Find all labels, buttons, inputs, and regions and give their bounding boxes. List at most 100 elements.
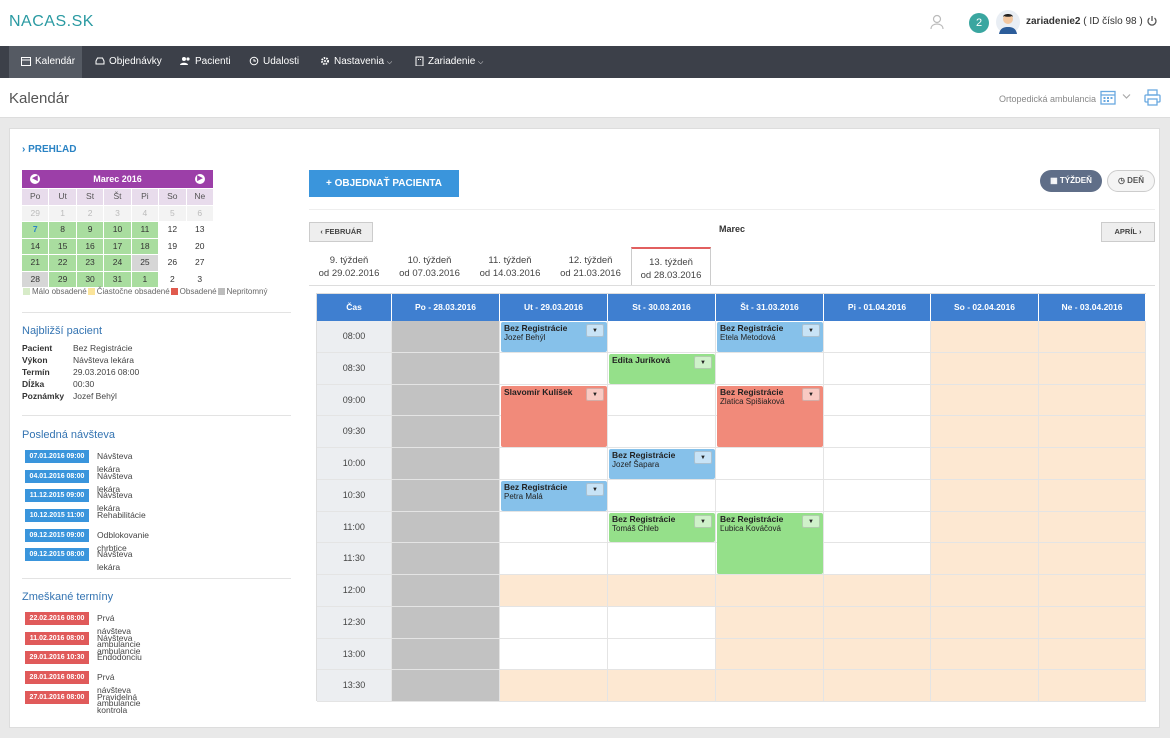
calendar-slot[interactable] [824, 638, 931, 671]
calendar-slot[interactable] [931, 479, 1039, 512]
calendar-slot[interactable] [608, 575, 716, 607]
calendar-slot[interactable] [931, 606, 1039, 639]
brand-logo[interactable]: NACAS.SK [9, 13, 94, 31]
mini-calendar-day[interactable]: 24 [104, 255, 131, 271]
appointment[interactable]: Bez Registrácie Tomáš Chleb ▼ [609, 512, 715, 543]
appointment[interactable]: Edita Juríková ▼ [609, 353, 715, 384]
chevron-down-icon[interactable] [1122, 93, 1131, 100]
mini-calendar-day[interactable]: 10 [104, 222, 131, 238]
calendar-slot[interactable] [608, 606, 716, 639]
mini-calendar-day[interactable]: 23 [76, 255, 104, 271]
overview-link[interactable]: › PREHĽAD [22, 144, 76, 155]
calendar-slot[interactable] [824, 543, 931, 575]
calendar-slot[interactable] [500, 638, 608, 671]
mini-calendar-day[interactable]: 18 [131, 238, 159, 254]
calendar-slot[interactable] [824, 606, 931, 639]
mini-calendar-day[interactable]: 16 [76, 238, 104, 254]
mini-calendar-day[interactable]: 2 [159, 271, 186, 287]
appointment[interactable]: Bez Registrácie Petra Malá ▼ [501, 480, 607, 511]
power-icon[interactable] [1146, 15, 1158, 27]
mini-calendar-day[interactable]: 21 [22, 255, 49, 271]
mini-calendar-day[interactable]: 4 [131, 205, 159, 221]
next-month-icon[interactable]: ▶ [195, 174, 205, 184]
mini-calendar-day[interactable]: 22 [49, 255, 76, 271]
calendar-slot[interactable] [1039, 352, 1146, 385]
caret-down-icon[interactable]: ▼ [802, 387, 820, 401]
calendar-slot[interactable] [824, 575, 931, 607]
caret-down-icon[interactable]: ▼ [802, 324, 820, 337]
caret-down-icon[interactable]: ▼ [586, 387, 604, 401]
mini-calendar-day[interactable]: 6 [186, 205, 213, 221]
calendar-slot[interactable] [716, 575, 824, 607]
tab-week[interactable]: 9. týždeň od 29.02.2016 [309, 247, 389, 285]
mini-calendar-day[interactable]: 2 [76, 205, 104, 221]
calendar-slot[interactable] [931, 670, 1039, 702]
calendar-slot[interactable] [931, 543, 1039, 575]
calendar-slot[interactable] [824, 384, 931, 417]
user-name[interactable]: zariadenie2 ( ID číslo 98 ) [1026, 16, 1143, 27]
caret-down-icon[interactable]: ▼ [586, 482, 604, 496]
calendar-slot[interactable] [716, 352, 824, 385]
tab-week[interactable]: 12. týždeň od 21.03.2016 [551, 247, 631, 285]
calendar-slot[interactable] [1039, 606, 1146, 639]
tab-week[interactable]: 10. týždeň od 07.03.2016 [390, 247, 470, 285]
calendar-slot[interactable] [716, 606, 824, 639]
calendar-slot[interactable] [931, 448, 1039, 480]
calendar-slot[interactable] [824, 479, 931, 512]
next-month-button[interactable]: APRÍL › [1101, 222, 1155, 242]
appointment[interactable]: Bez Registrácie Etela Metodová ▼ [717, 322, 823, 352]
calendar-slot[interactable] [608, 479, 716, 512]
prev-month-icon[interactable]: ◀ [30, 174, 40, 184]
calendar-slot[interactable] [1039, 575, 1146, 607]
calendar-slot[interactable] [931, 638, 1039, 671]
prev-month-button[interactable]: ‹ FEBRUÁR [309, 222, 373, 242]
mini-calendar-day[interactable]: 1 [131, 271, 159, 287]
mini-calendar-day[interactable]: 1 [49, 205, 76, 221]
mini-calendar-day[interactable]: 31 [104, 271, 131, 287]
tab-week[interactable]: 11. týždeň od 14.03.2016 [470, 247, 550, 285]
print-icon[interactable] [1144, 89, 1161, 106]
mini-calendar-day[interactable]: 20 [186, 238, 213, 254]
mini-calendar-day[interactable]: 26 [159, 255, 186, 271]
calendar-slot[interactable] [608, 670, 716, 702]
calendar-slot[interactable] [500, 352, 608, 385]
calendar-slot[interactable] [824, 511, 931, 544]
mini-calendar-day[interactable]: 19 [159, 238, 186, 254]
day-view-button[interactable]: ◷ DEŇ [1107, 170, 1155, 192]
nav-item-pacienti[interactable]: Pacienti [168, 46, 238, 78]
caret-down-icon[interactable]: ▼ [694, 355, 712, 369]
mini-calendar-day[interactable]: 11 [131, 222, 159, 238]
calendar-slot[interactable] [608, 384, 716, 417]
nav-item-objednavky[interactable]: Objednávky [83, 46, 163, 78]
calendar-slot[interactable] [716, 448, 824, 480]
nav-item-zariadenie[interactable]: Zariadenie ⌵ [403, 46, 493, 78]
calendar-slot[interactable] [824, 448, 931, 480]
mini-calendar-day[interactable]: 27 [186, 255, 213, 271]
user-outline-icon[interactable] [929, 14, 945, 30]
calendar-slot[interactable] [1039, 448, 1146, 480]
calendar-slot[interactable] [1039, 543, 1146, 575]
notification-badge[interactable]: 2 [969, 13, 989, 33]
calendar-slot[interactable] [931, 384, 1039, 417]
calendar-slot[interactable] [500, 606, 608, 639]
caret-down-icon[interactable]: ▼ [586, 324, 604, 337]
calendar-slot[interactable] [500, 670, 608, 702]
calendar-slot[interactable] [931, 321, 1039, 353]
calendar-slot[interactable] [1039, 638, 1146, 671]
calendar-slot[interactable] [716, 479, 824, 512]
calendar-slot[interactable] [824, 416, 931, 448]
caret-down-icon[interactable]: ▼ [802, 514, 820, 528]
mini-calendar-day[interactable]: 15 [49, 238, 76, 254]
appointment[interactable]: Bez Registrácie Zlatica Spišiaková ▼ [717, 385, 823, 447]
calendar-slot[interactable] [608, 321, 716, 353]
calendar-slot[interactable] [824, 670, 931, 702]
order-patient-button[interactable]: + OBJEDNAŤ PACIENTA [309, 170, 459, 197]
mini-calendar-day[interactable]: 13 [186, 222, 213, 238]
nav-item-nastavenia[interactable]: Nastavenia ⌵ [308, 46, 398, 78]
mini-calendar-day[interactable]: 9 [76, 222, 104, 238]
caret-down-icon[interactable]: ▼ [694, 514, 712, 528]
mini-calendar-day[interactable]: 7 [22, 222, 49, 238]
mini-calendar-day[interactable]: 5 [159, 205, 186, 221]
appointment[interactable]: Bez Registrácie Jozef Šapara ▼ [609, 449, 715, 479]
calendar-slot[interactable] [500, 543, 608, 575]
